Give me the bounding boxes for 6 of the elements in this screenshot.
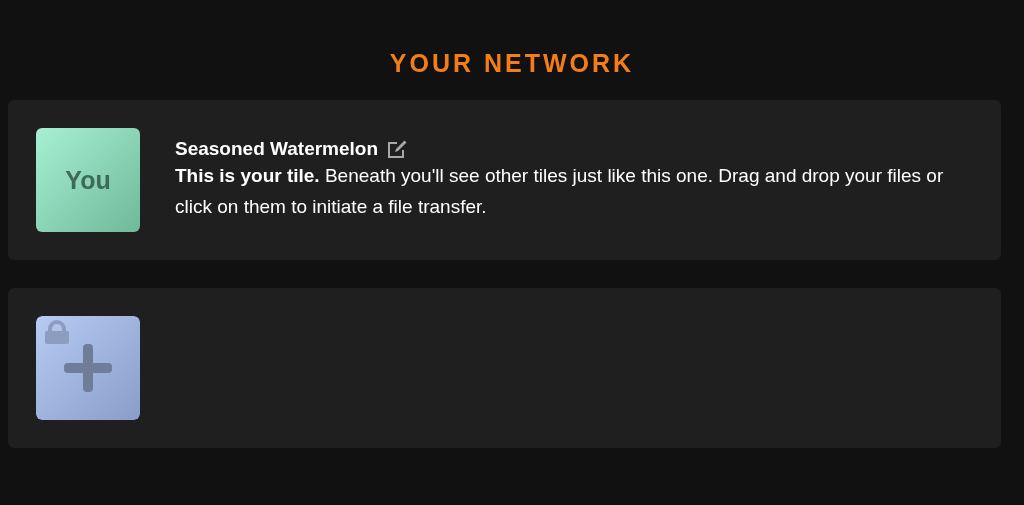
section-heading: YOUR NETWORK xyxy=(388,48,636,79)
edit-icon[interactable] xyxy=(386,139,409,159)
own-tile: You xyxy=(36,128,140,232)
description: This is your tile. Beneath you'll see other tiles just like this one. Drag and drop your files or click on them to initiate a file transfer. xyxy=(175,164,945,219)
add-device-tile[interactable] xyxy=(36,316,140,420)
device-name: Seasoned Watermelon xyxy=(175,138,379,160)
